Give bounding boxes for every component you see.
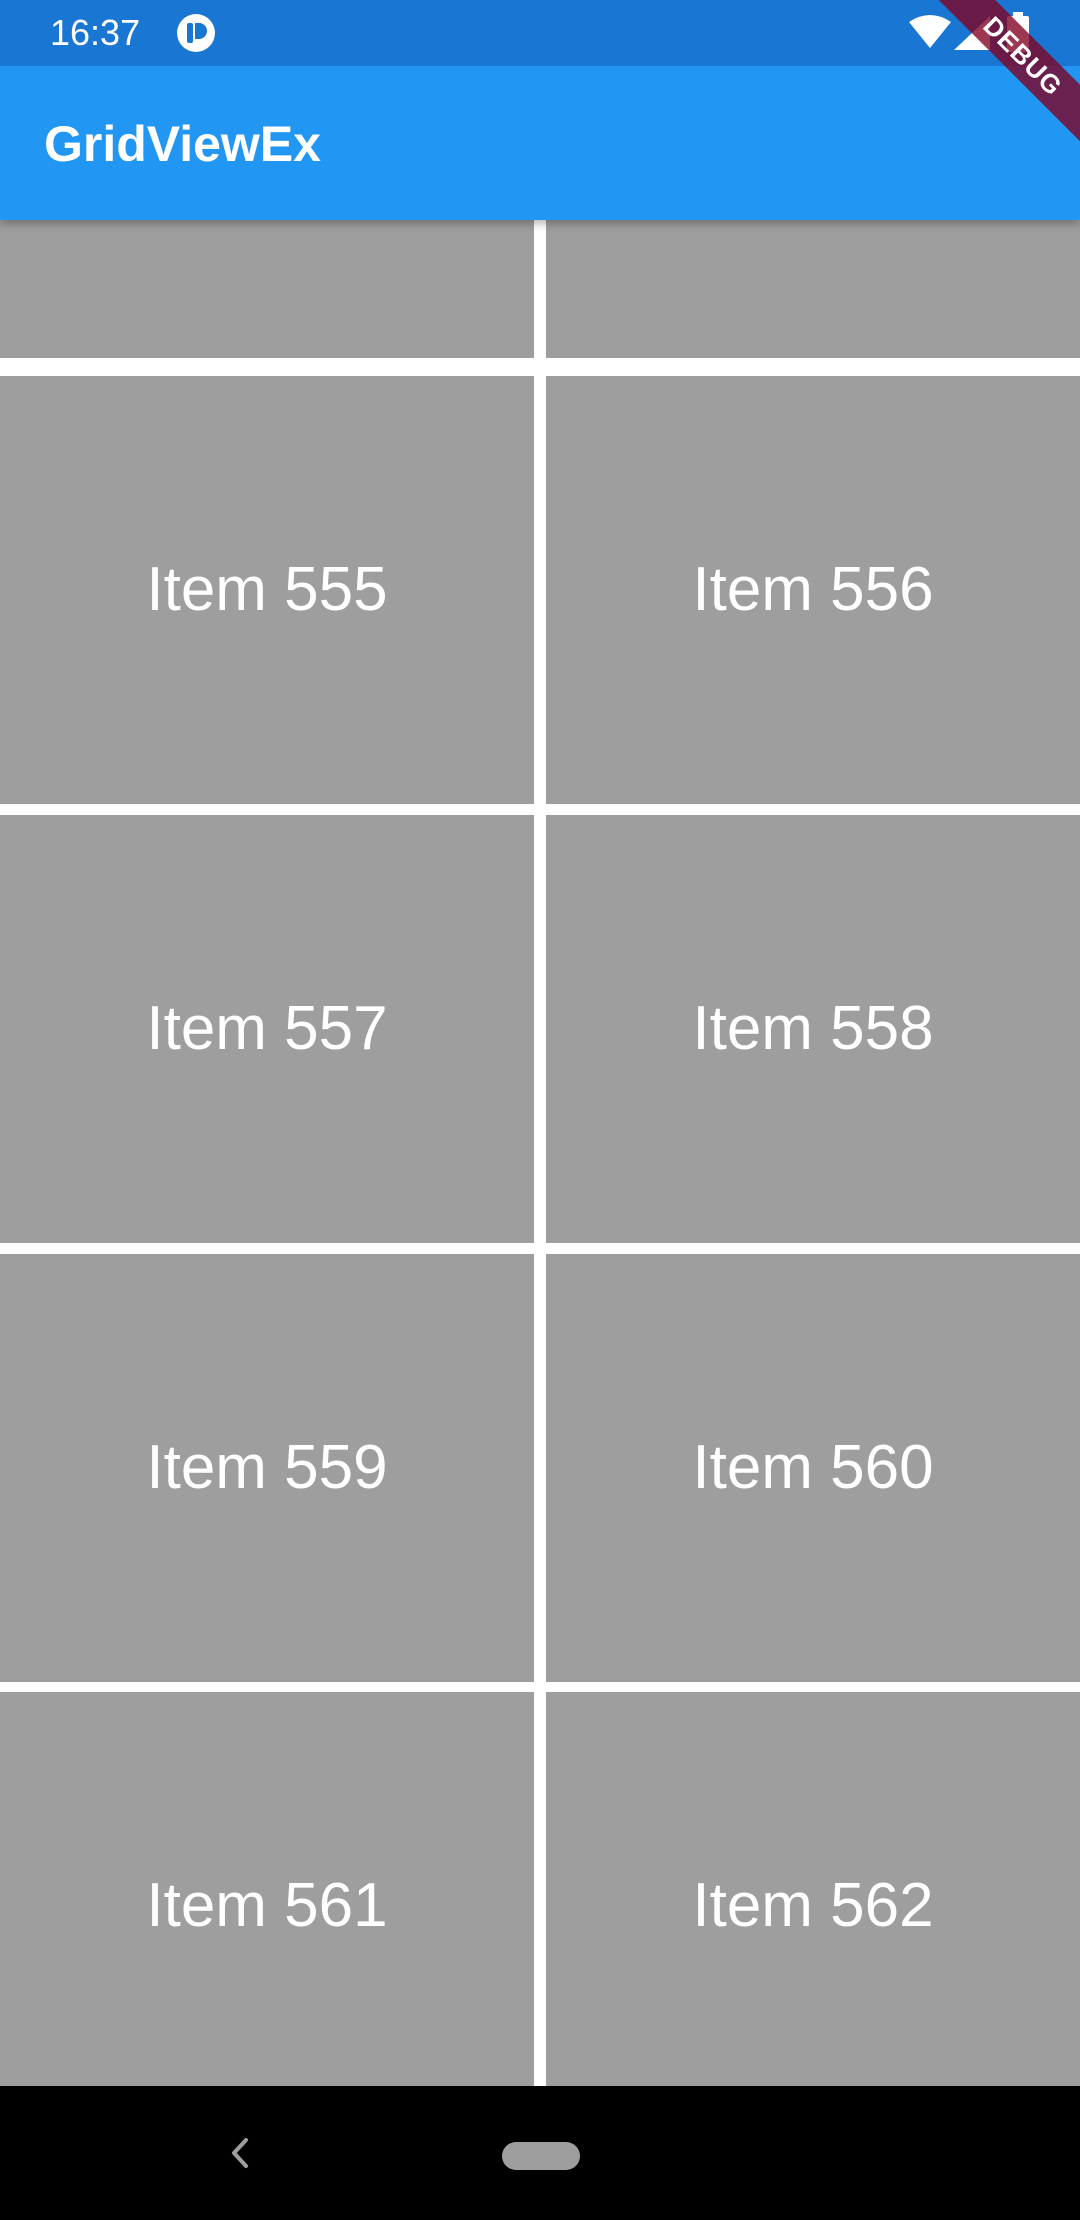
grid-item[interactable]: Item 559 <box>0 1254 534 1682</box>
grid-item[interactable]: Item 555 <box>0 376 534 804</box>
notification-app-icon <box>176 13 216 53</box>
wifi-icon <box>908 14 952 50</box>
home-pill-icon[interactable] <box>502 2142 580 2170</box>
app-title: GridViewEx <box>44 116 321 172</box>
grid-item-label: Item 560 <box>692 1433 934 1502</box>
grid-item-label: Item 558 <box>692 994 934 1063</box>
grid-item-label: Item 556 <box>692 555 934 624</box>
cell-signal-icon <box>952 14 992 52</box>
grid-item-label: Item 557 <box>146 994 388 1063</box>
app-bar: GridViewEx <box>0 66 1080 220</box>
screen: Item 555 Item 556 Item 557 Item 558 Item… <box>0 0 1080 2220</box>
grid-item[interactable]: Item 556 <box>546 376 1080 804</box>
grid-item[interactable]: Item 561 <box>0 1692 534 2086</box>
grid-item[interactable]: Item 558 <box>546 815 1080 1243</box>
grid-item-label: Item 555 <box>146 555 388 624</box>
grid-item-label: Item 562 <box>692 1871 934 1940</box>
battery-icon <box>1006 12 1030 52</box>
status-time: 16:37 <box>50 12 141 53</box>
grid-item[interactable]: Item 560 <box>546 1254 1080 1682</box>
grid-item-label: Item 561 <box>146 1871 388 1940</box>
grid-view[interactable]: Item 555 Item 556 Item 557 Item 558 Item… <box>0 0 1080 2086</box>
status-bar: 16:37 <box>0 0 1080 66</box>
back-chevron-icon[interactable] <box>222 2130 256 2176</box>
grid-item[interactable]: Item 562 <box>546 1692 1080 2086</box>
grid-item-label: Item 559 <box>146 1433 388 1502</box>
grid-item[interactable]: Item 557 <box>0 815 534 1243</box>
navigation-bar <box>0 2086 1080 2220</box>
